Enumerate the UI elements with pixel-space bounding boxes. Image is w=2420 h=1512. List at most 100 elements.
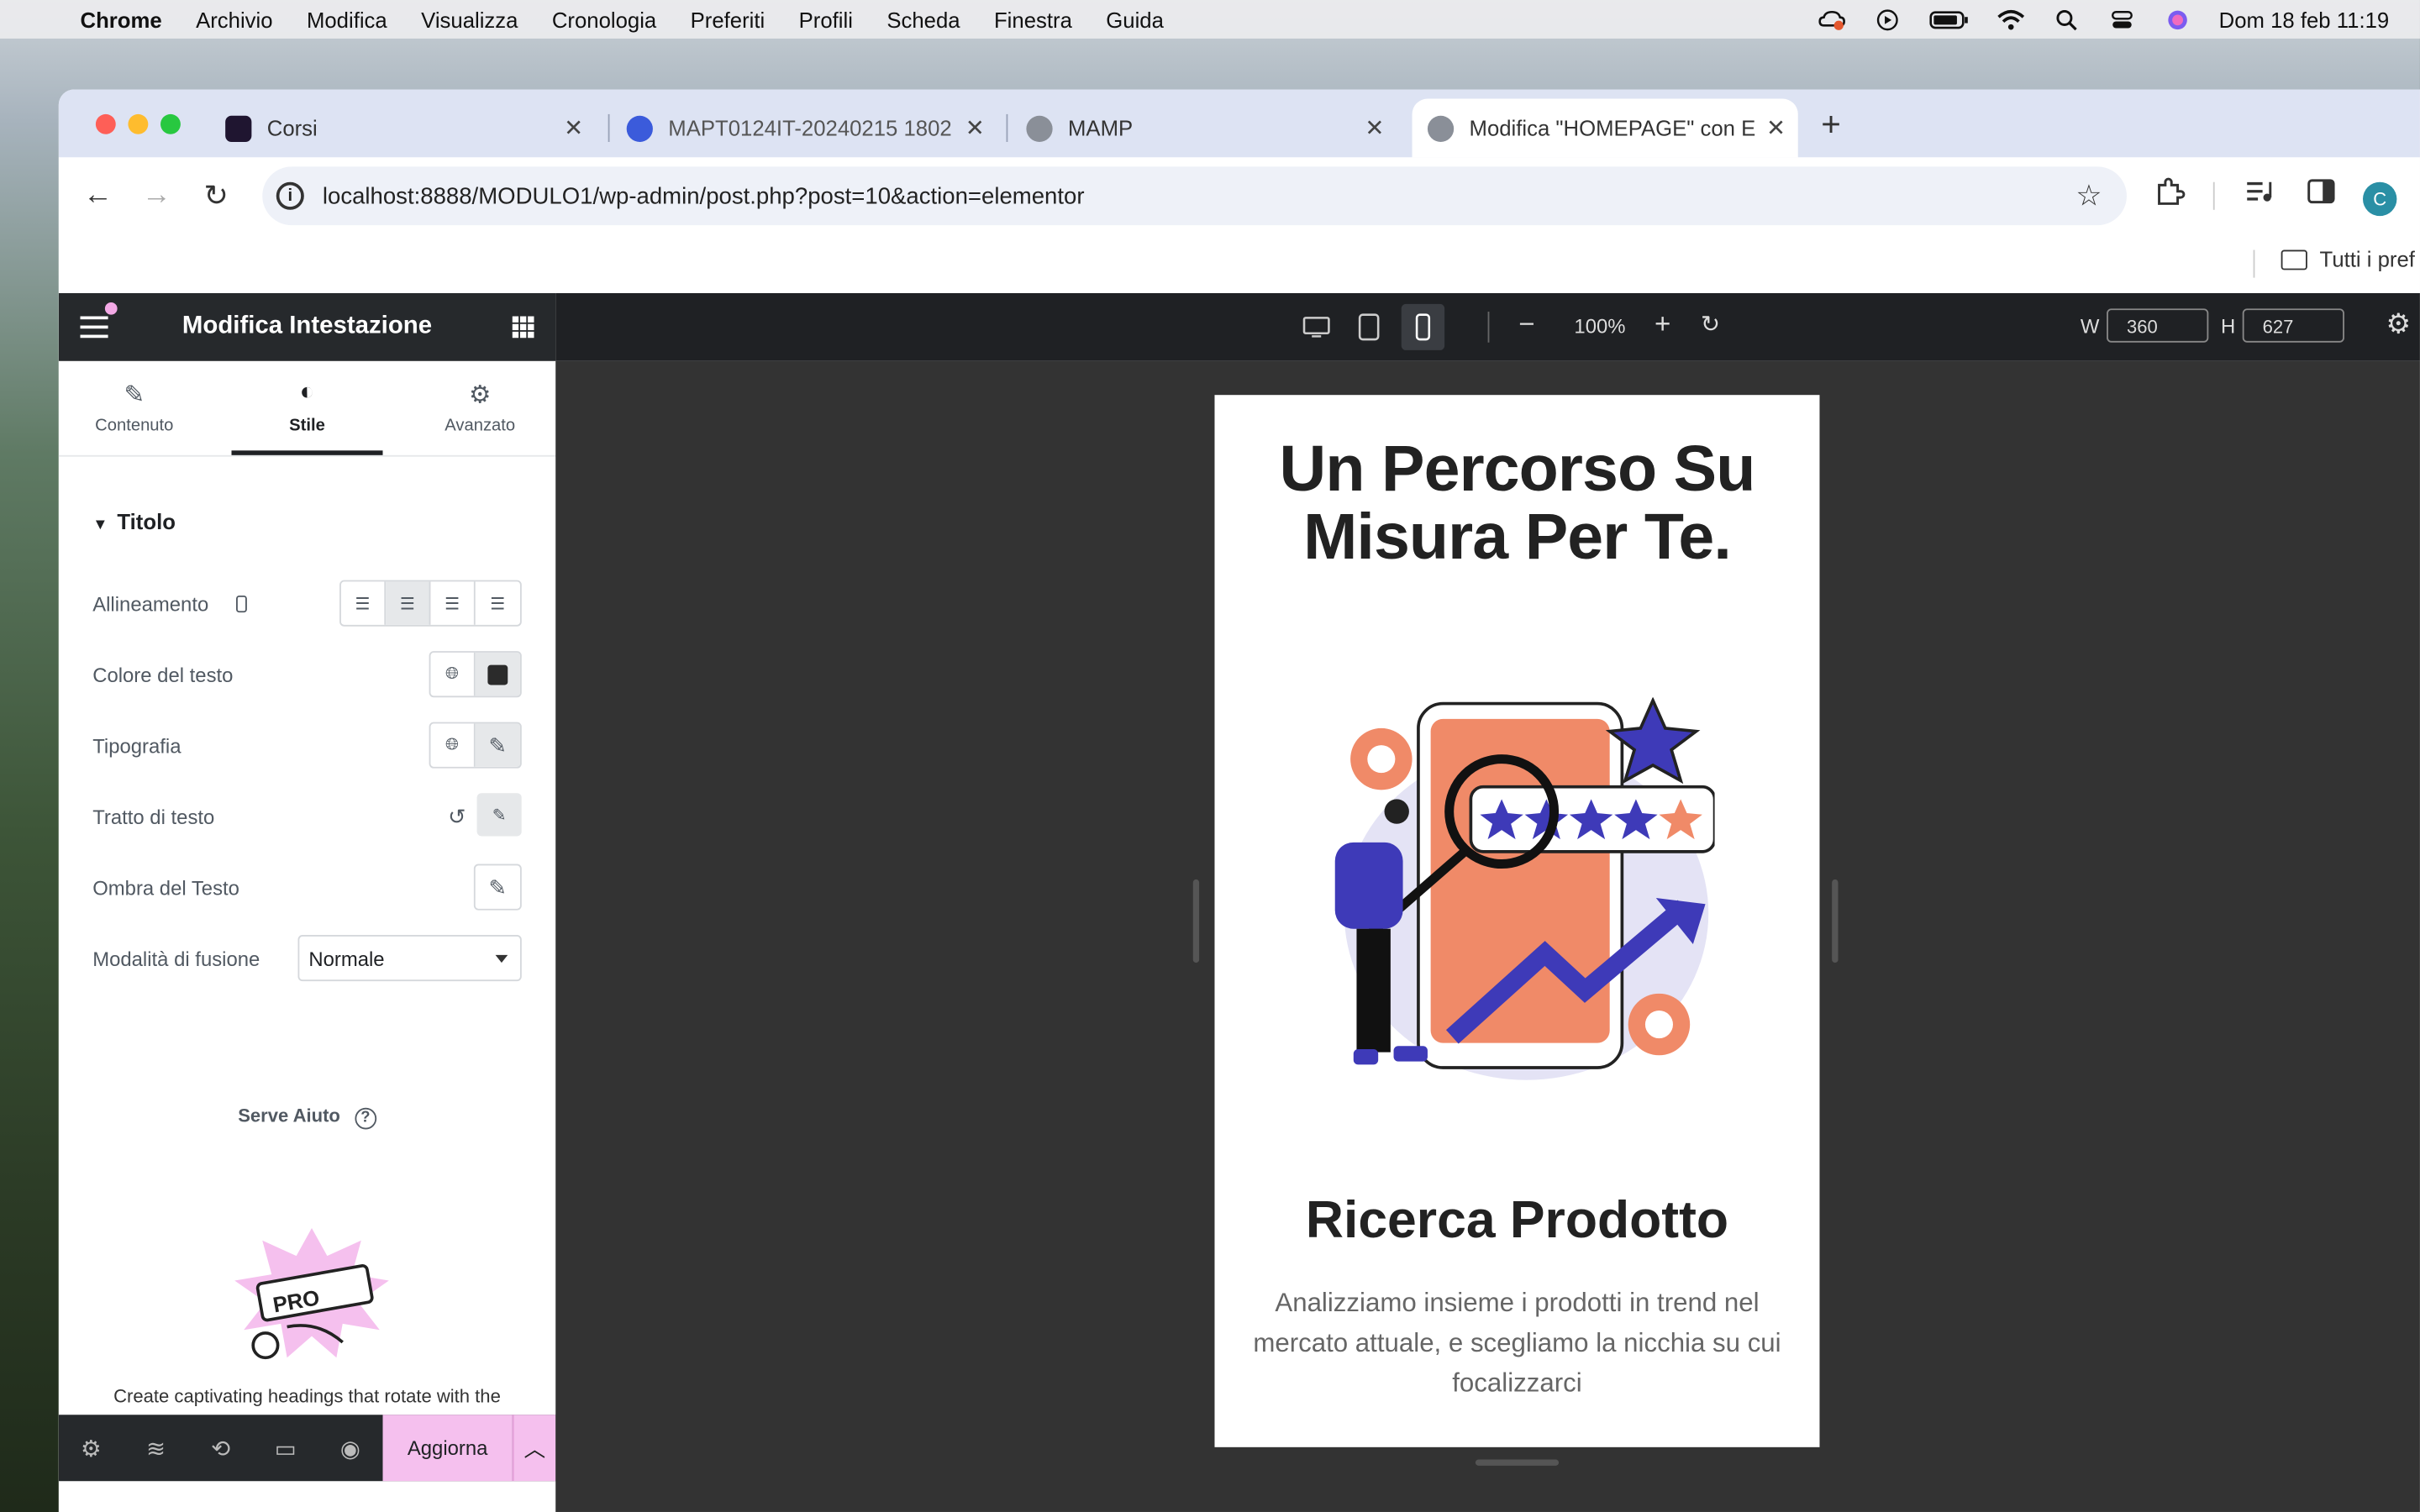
width-input[interactable]: 360 [2107, 308, 2209, 343]
play-icon[interactable] [1873, 8, 1901, 30]
desktop-device-icon[interactable] [1302, 317, 1330, 339]
profile-avatar[interactable]: C [2362, 181, 2397, 217]
global-colors-icon[interactable]: 🌐︎ [430, 652, 476, 696]
global-fonts-icon[interactable]: 🌐︎ [430, 723, 476, 767]
blend-mode-select[interactable]: Normale [297, 935, 522, 982]
new-tab-button[interactable]: + [1821, 105, 1841, 145]
menu-profili[interactable]: Profili [799, 7, 853, 31]
menu-archivio[interactable]: Archivio [196, 7, 272, 31]
resize-handle-right[interactable] [1832, 879, 1839, 963]
width-label: W [2080, 314, 2100, 339]
minimize-window-button[interactable] [128, 113, 149, 134]
preview-eye-icon[interactable]: ◉ [318, 1434, 382, 1462]
forward-icon[interactable]: → [142, 179, 171, 213]
zoom-out-icon[interactable]: − [1518, 308, 1534, 341]
row-blend-mode: Modalità di fusione Normale [92, 935, 522, 982]
battery-icon[interactable] [1928, 8, 1969, 30]
section-toggle-titolo[interactable]: ▼ Titolo [92, 509, 176, 533]
menu-scheda[interactable]: Scheda [886, 7, 960, 31]
side-panel-icon[interactable] [2306, 176, 2337, 207]
responsive-mobile-icon[interactable] [236, 595, 248, 612]
creative-cloud-icon[interactable] [1818, 8, 1845, 30]
extensions-icon[interactable] [2154, 176, 2186, 207]
product-research-illustration[interactable] [1328, 697, 1715, 1086]
edit-stroke-icon[interactable]: ✎ [476, 793, 522, 837]
tab-corsi[interactable]: Corsi ✕ [210, 99, 596, 158]
publish-options-chevron-icon[interactable]: ︿ [512, 1415, 556, 1482]
responsive-mode-icon[interactable]: ▭ [253, 1434, 318, 1462]
menu-finestra[interactable]: Finestra [994, 7, 1072, 31]
reset-zoom-icon[interactable]: ↻ [1701, 310, 1720, 338]
menu-guida[interactable]: Guida [1106, 7, 1164, 31]
site-info-icon[interactable]: i [276, 181, 304, 210]
device-settings-gear-icon[interactable]: ⚙ [2386, 308, 2412, 341]
siri-icon[interactable] [2164, 8, 2191, 30]
row-typography: Tipografia 🌐︎ ✎ [92, 722, 522, 769]
wordpress-favicon-icon [1427, 114, 1455, 142]
tab-avanzato[interactable]: ⚙ Avanzato [404, 361, 555, 455]
height-input[interactable]: 627 [2242, 308, 2344, 343]
address-url[interactable]: localhost:8888/MODULO1/wp-admin/post.php… [323, 183, 1085, 209]
menu-preferiti[interactable]: Preferiti [691, 7, 765, 31]
mobile-device-button[interactable] [1401, 303, 1445, 350]
tab-contenuto[interactable]: ✎ Contenuto [59, 361, 210, 455]
row-text-color: Colore del testo 🌐︎ [92, 651, 522, 698]
resize-handle-left[interactable] [1192, 879, 1200, 963]
blend-mode-value: Normale [308, 946, 385, 970]
spotlight-search-icon[interactable] [2052, 8, 2080, 30]
tablet-device-icon[interactable] [1358, 313, 1380, 341]
tab-mamp[interactable]: MAMP ✕ [1011, 99, 1397, 158]
wifi-icon[interactable] [1996, 8, 2024, 30]
tab-label: Avanzato [445, 416, 516, 435]
webex-favicon-icon [626, 114, 653, 142]
align-left-icon[interactable]: ☰ [341, 581, 387, 625]
section-heading[interactable]: Ricerca Prodotto [1214, 1191, 1819, 1252]
close-tab-icon[interactable]: ✕ [564, 114, 583, 142]
tab-elementor-active[interactable]: Modifica "HOMEPAGE" con E ✕ [1412, 98, 1798, 158]
resize-handle-bottom[interactable] [1475, 1459, 1560, 1466]
navigator-layers-icon[interactable]: ≋ [124, 1434, 188, 1462]
bookmarks-bar: Tutti i pref [58, 234, 2420, 293]
corsi-favicon-icon [225, 114, 252, 142]
hero-heading[interactable]: Un Percorso Su Misura Per Te. [1214, 434, 1819, 571]
menubar-clock[interactable]: Dom 18 feb 11:19 [2219, 7, 2390, 31]
color-swatch[interactable] [475, 652, 520, 696]
section-paragraph[interactable]: Analizziamo insieme i prodotti in trend … [1252, 1284, 1783, 1404]
zoom-window-button[interactable] [160, 113, 181, 134]
address-bar[interactable]: i localhost:8888/MODULO1/wp-admin/post.p… [262, 166, 2127, 226]
menu-cronologia[interactable]: Cronologia [552, 7, 656, 31]
mamp-favicon-icon [1026, 114, 1053, 142]
media-controls-icon[interactable] [2244, 176, 2275, 207]
align-center-icon[interactable]: ☰ [386, 581, 431, 625]
close-tab-icon[interactable]: ✕ [965, 114, 985, 142]
align-right-icon[interactable]: ☰ [430, 581, 476, 625]
control-center-icon[interactable] [2107, 8, 2135, 30]
menu-visualizza[interactable]: Visualizza [421, 7, 518, 31]
typography-control: 🌐︎ ✎ [429, 722, 522, 769]
edit-shadow-icon[interactable]: ✎ [476, 865, 520, 908]
pro-promo-illustration: PRO [234, 1228, 389, 1360]
bookmark-folder-all[interactable]: Tutti i pref [2281, 247, 2415, 271]
close-tab-icon[interactable]: ✕ [1766, 114, 1786, 142]
zoom-level[interactable]: 100% [1574, 315, 1625, 339]
responsive-topbar: − 100% + ↻ W 360 H 627 ⚙ [555, 292, 2420, 361]
update-button[interactable]: Aggiorna [382, 1415, 513, 1482]
tab-mapt[interactable]: MAPT0124IT-20240215 1802 ✕ [611, 99, 997, 158]
history-icon[interactable]: ⟲ [188, 1434, 253, 1462]
help-link[interactable]: Serve Aiuto ? [59, 1105, 555, 1130]
menu-modifica[interactable]: Modifica [307, 7, 387, 31]
back-icon[interactable]: ← [83, 179, 113, 213]
align-justify-icon[interactable]: ☰ [476, 581, 520, 624]
bookmark-star-icon[interactable]: ☆ [2075, 178, 2102, 213]
settings-icon[interactable]: ⚙ [59, 1434, 124, 1462]
zoom-in-icon[interactable]: + [1655, 308, 1670, 341]
reset-icon[interactable]: ↺ [448, 803, 466, 829]
reload-icon[interactable]: ↻ [203, 179, 228, 214]
tab-stile[interactable]: ◐ Stile [231, 361, 383, 455]
menubar-app-name[interactable]: Chrome [81, 7, 162, 31]
edit-typography-icon[interactable]: ✎ [475, 723, 520, 767]
close-tab-icon[interactable]: ✕ [1365, 114, 1384, 142]
close-window-button[interactable] [95, 113, 116, 134]
editor-canvas: Un Percorso Su Misura Per Te. Ricerca Pr… [555, 360, 2420, 1512]
widgets-grid-icon[interactable] [512, 316, 534, 339]
